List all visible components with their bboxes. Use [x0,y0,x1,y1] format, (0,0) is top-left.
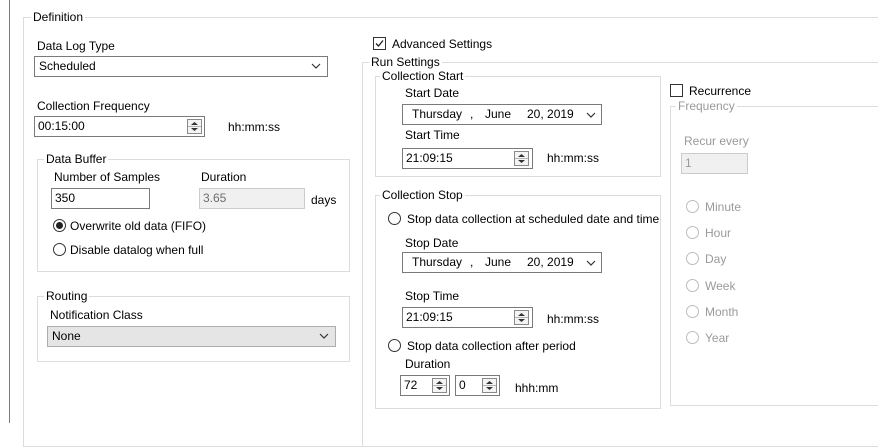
collection-frequency-unit: hh:mm:ss [228,120,281,134]
data-log-type-label: Data Log Type [37,39,115,53]
recur-day-label[interactable]: Day [705,252,726,266]
collection-start-legend: Collection Start [380,69,466,83]
start-date-weekday: Thursday [412,107,463,121]
stop-date-label: Stop Date [405,236,459,250]
samples-input[interactable]: 350 [51,188,150,209]
period-minutes-value: 0 [459,378,466,392]
start-date-picker[interactable]: Thursday , June 20, 2019 [402,104,602,125]
recur-month-label[interactable]: Month [705,305,738,319]
data-buffer-legend: Data Buffer [44,152,109,166]
start-date-month: June [485,107,512,121]
recur-year-radio[interactable] [686,331,699,344]
chevron-down-icon [586,112,596,118]
notification-class-value: None [52,329,81,343]
period-duration-unit: hhh:mm [515,381,559,395]
start-date-sep: , [470,107,474,121]
stop-scheduled-radio[interactable] [388,212,401,225]
stop-time-spinner[interactable] [514,310,529,325]
disable-radio[interactable] [53,243,66,256]
window-edge-line [9,0,10,423]
overwrite-label[interactable]: Overwrite old data (FIFO) [70,219,206,233]
period-duration-label: Duration [405,357,451,371]
recur-week-radio[interactable] [686,279,699,292]
recurrence-checkbox[interactable] [670,84,683,97]
definition-legend: Definition [31,10,86,24]
duration-label: Duration [201,170,247,184]
stop-period-label[interactable]: Stop data collection after period [407,339,576,353]
recur-month-radio[interactable] [686,305,699,318]
duration-unit: days [311,193,337,207]
collection-frequency-value: 00:15:00 [38,119,85,133]
frequency-group [670,106,878,406]
start-time-label: Start Time [405,128,460,142]
run-settings-legend: Run Settings [369,55,442,69]
duration-readonly-field: 3.65 [199,188,305,209]
start-time-unit: hh:mm:ss [547,151,600,165]
period-hours-spinner[interactable] [432,378,447,393]
start-date-day-year: 20, 2019 [527,107,574,121]
recur-day-radio[interactable] [686,252,699,265]
recur-every-value: 1 [685,156,692,170]
recur-minute-label[interactable]: Minute [705,200,741,214]
stop-date-weekday: Thursday [412,255,463,269]
spin-arrows-icon [433,381,446,390]
spin-arrows-icon [515,313,528,322]
chevron-down-icon [311,63,321,69]
collection-frequency-spinner[interactable] [187,119,202,134]
stop-time-value: 21:09:15 [406,310,453,324]
stop-period-radio[interactable] [388,339,401,352]
period-hours-value: 72 [404,378,418,392]
spin-arrows-icon [483,381,496,390]
period-minutes-spinner[interactable] [482,378,497,393]
frequency-legend: Frequency [676,99,737,113]
recur-hour-label[interactable]: Hour [705,226,731,240]
samples-value: 350 [55,191,76,205]
stop-date-month: June [485,255,512,269]
notification-class-select[interactable]: None [47,326,336,347]
chevron-down-icon [586,260,596,266]
notification-class-label: Notification Class [50,308,143,322]
samples-label: Number of Samples [54,170,161,184]
duration-value: 3.65 [203,191,227,205]
stop-scheduled-label[interactable]: Stop data collection at scheduled date a… [407,212,659,226]
recur-week-label[interactable]: Week [705,279,735,293]
data-log-type-select[interactable]: Scheduled [34,56,328,77]
start-date-label: Start Date [405,86,460,100]
start-time-spinner[interactable] [514,151,529,166]
recur-every-label: Recur every [684,134,749,148]
start-time-value: 21:09:15 [406,151,453,165]
overwrite-radio[interactable] [53,219,66,232]
spin-arrows-icon [515,154,528,163]
routing-legend: Routing [44,289,90,303]
chevron-down-icon [319,333,329,339]
collection-stop-legend: Collection Stop [380,188,465,202]
advanced-settings-label[interactable]: Advanced Settings [392,37,492,51]
stop-time-label: Stop Time [405,289,460,303]
collection-frequency-input[interactable]: 00:15:00 [34,116,205,137]
disable-label[interactable]: Disable datalog when full [70,243,203,257]
data-log-type-value: Scheduled [39,59,96,73]
stop-time-unit: hh:mm:ss [547,312,600,326]
spin-arrows-icon [188,122,201,131]
stop-date-picker[interactable]: Thursday , June 20, 2019 [402,252,602,273]
recur-year-label[interactable]: Year [705,331,729,345]
recur-hour-radio[interactable] [686,226,699,239]
recurrence-label[interactable]: Recurrence [689,84,751,98]
recur-every-input[interactable]: 1 [681,153,748,174]
stop-date-day-year: 20, 2019 [527,255,574,269]
advanced-settings-checkbox[interactable] [373,37,386,50]
checkmark-icon [375,40,384,47]
recur-minute-radio[interactable] [686,200,699,213]
stop-date-sep: , [470,255,474,269]
collection-frequency-label: Collection Frequency [37,99,150,113]
